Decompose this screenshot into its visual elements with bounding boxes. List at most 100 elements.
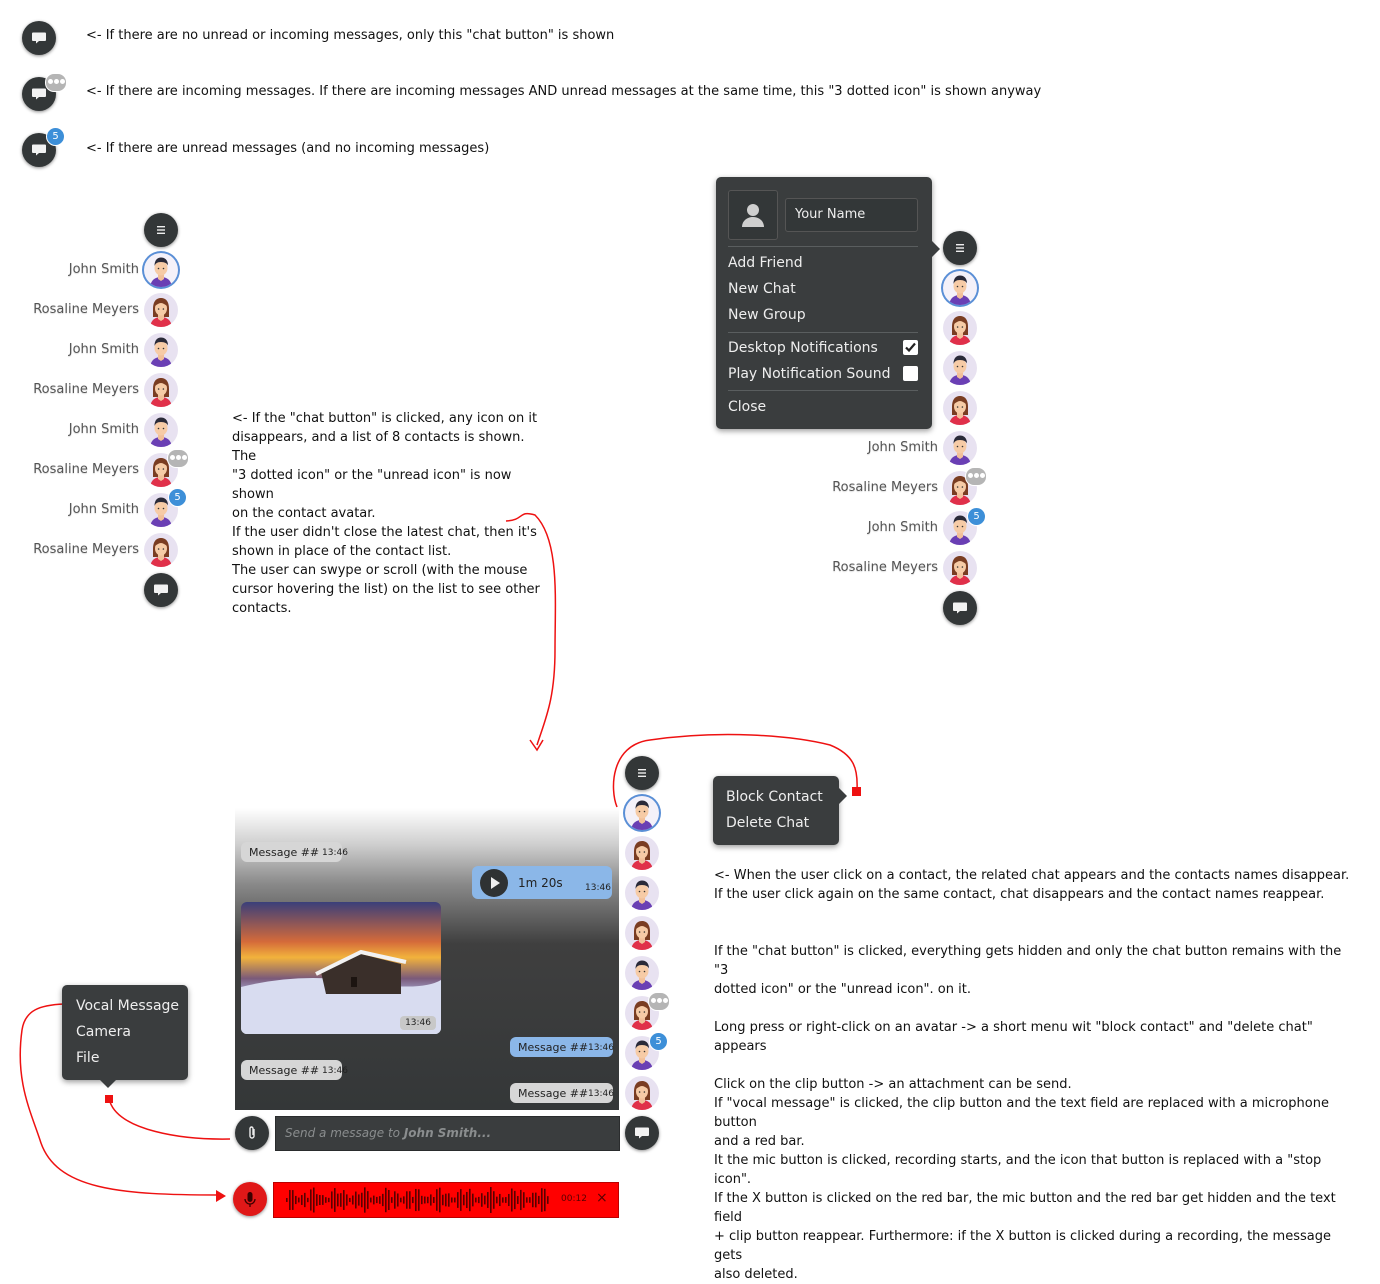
waveform-bar <box>445 1193 447 1207</box>
waveform-bar <box>292 1190 294 1210</box>
vocal-message-item[interactable]: Vocal Message <box>76 998 179 1014</box>
waveform-bar <box>406 1191 408 1209</box>
waveform <box>286 1187 549 1213</box>
chat-panel: Message ## 13:46 1m 20s 13:46 13:46 Mess… <box>235 808 619 1110</box>
waveform-bar <box>394 1191 396 1209</box>
waveform-bar <box>502 1197 504 1203</box>
microphone-icon <box>244 1192 256 1207</box>
contact-avatar[interactable] <box>625 796 659 830</box>
waveform-bar <box>535 1192 537 1208</box>
waveform-bar <box>448 1193 450 1207</box>
waveform-bar <box>472 1193 474 1207</box>
menu-pointer <box>100 1080 116 1088</box>
waveform-bar <box>481 1193 483 1207</box>
note-clip: Click on the clip button -> an attachmen… <box>714 1077 1336 1282</box>
waveform-bar <box>544 1188 546 1212</box>
waveform-bar <box>334 1188 336 1212</box>
menu-pointer <box>839 788 847 804</box>
contact-avatar[interactable] <box>625 836 659 870</box>
waveform-bar <box>484 1195 486 1205</box>
audio-message-bubble: 1m 20s 13:46 <box>472 866 612 899</box>
contact-avatar[interactable] <box>625 1076 659 1110</box>
waveform-bar <box>301 1195 303 1205</box>
waveform-bar <box>349 1197 351 1203</box>
delete-chat-item[interactable]: Delete Chat <box>726 815 809 831</box>
message-bubble: Message ## 13:46 <box>510 1083 614 1103</box>
menu-button[interactable] <box>625 756 659 790</box>
waveform-bar <box>409 1191 411 1209</box>
clip-button[interactable] <box>235 1116 269 1150</box>
waveform-bar <box>442 1194 444 1206</box>
waveform-bar <box>514 1190 516 1210</box>
hamburger-icon <box>634 765 650 781</box>
waveform-bar <box>454 1197 456 1203</box>
chat-button[interactable] <box>625 1116 659 1150</box>
waveform-bar <box>316 1194 318 1206</box>
contact-avatar[interactable] <box>625 956 659 990</box>
male-avatar-icon <box>625 796 659 830</box>
waveform-bar <box>436 1189 438 1211</box>
waveform-bar <box>289 1189 291 1211</box>
mic-button[interactable] <box>233 1182 267 1216</box>
waveform-bar <box>538 1195 540 1205</box>
waveform-bar <box>466 1191 468 1209</box>
recording-time: 00:12 <box>561 1194 587 1204</box>
recording-close-button[interactable]: × <box>596 1190 608 1206</box>
message-input-placeholder: Send a message to John Smith... <box>285 1126 491 1140</box>
block-contact-item[interactable]: Block Contact <box>726 789 823 805</box>
female-avatar-icon <box>625 916 659 950</box>
female-avatar-icon <box>625 1076 659 1110</box>
waveform-bar <box>385 1187 387 1213</box>
waveform-bar <box>418 1189 420 1211</box>
recording-bar: 00:12 × <box>273 1182 619 1218</box>
attachment-menu: Vocal Message Camera File <box>62 985 188 1088</box>
waveform-bar <box>403 1196 405 1204</box>
waveform-bar <box>298 1197 300 1203</box>
note-contact-click: <- When the user click on a contact, the… <box>714 868 1350 902</box>
waveform-bar <box>463 1194 465 1206</box>
waveform-bar <box>451 1197 453 1203</box>
waveform-bar <box>547 1196 549 1204</box>
waveform-bar <box>430 1194 432 1206</box>
file-item[interactable]: File <box>76 1050 99 1066</box>
waveform-bar <box>520 1189 522 1211</box>
landscape-image <box>241 949 441 1034</box>
waveform-bar <box>337 1193 339 1207</box>
waveform-bar <box>493 1191 495 1209</box>
waveform-bar <box>310 1189 312 1211</box>
waveform-bar <box>364 1187 366 1213</box>
waveform-bar <box>382 1193 384 1207</box>
waveform-bar <box>517 1196 519 1204</box>
waveform-bar <box>373 1195 375 1205</box>
waveform-bar <box>487 1192 489 1208</box>
waveform-bar <box>322 1195 324 1205</box>
waveform-bar <box>370 1197 372 1203</box>
waveform-bar <box>397 1193 399 1207</box>
waveform-bar <box>469 1188 471 1212</box>
waveform-bar <box>391 1197 393 1203</box>
waveform-bar <box>412 1196 414 1204</box>
incoming-dots-icon <box>648 992 670 1011</box>
waveform-bar <box>304 1192 306 1208</box>
message-input[interactable]: Send a message to John Smith... <box>275 1116 620 1151</box>
message-bubble: Message ## 13:46 <box>241 1060 348 1080</box>
camera-item[interactable]: Camera <box>76 1024 131 1040</box>
waveform-bar <box>331 1191 333 1209</box>
waveform-bar <box>529 1197 531 1203</box>
waveform-bar <box>415 1188 417 1212</box>
waveform-bar <box>505 1197 507 1203</box>
message-bubble: Message ## 13:46 <box>241 842 348 862</box>
play-button[interactable] <box>480 869 508 897</box>
waveform-bar <box>307 1197 309 1203</box>
unread-badge: 5 <box>649 1032 668 1051</box>
contact-avatar[interactable] <box>625 916 659 950</box>
waveform-bar <box>340 1193 342 1207</box>
waveform-bar <box>388 1189 390 1211</box>
image-message[interactable]: 13:46 <box>241 902 441 1034</box>
contact-avatar[interactable] <box>625 876 659 910</box>
waveform-bar <box>400 1197 402 1203</box>
waveform-bar <box>355 1191 357 1209</box>
waveform-bar <box>358 1194 360 1206</box>
waveform-bar <box>376 1196 378 1204</box>
waveform-bar <box>286 1198 288 1202</box>
